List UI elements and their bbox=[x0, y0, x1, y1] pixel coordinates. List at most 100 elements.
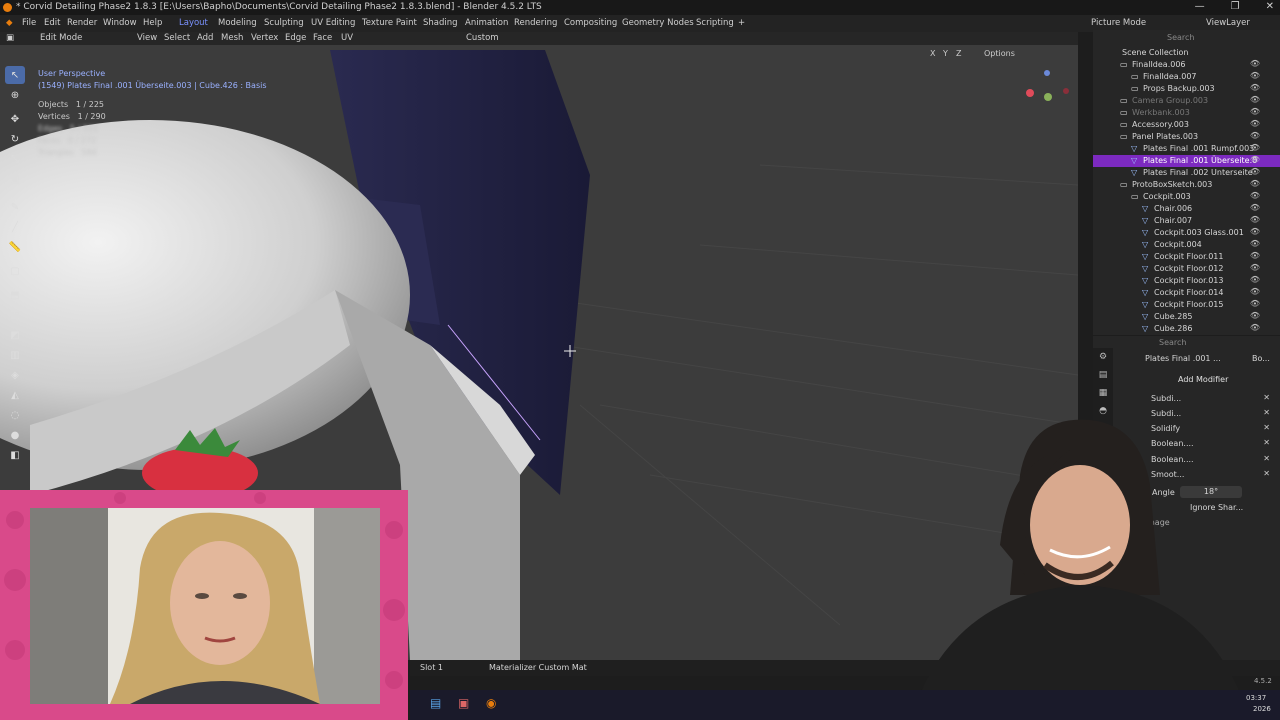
visibility-eye-icon[interactable]: 👁 bbox=[1250, 251, 1260, 260]
outliner-row[interactable]: ▽ Plates Final .001 Rumpf.003 👁 bbox=[1093, 143, 1280, 155]
visibility-eye-icon[interactable]: 👁 bbox=[1250, 143, 1260, 152]
outliner-row[interactable]: ▭ Werkbank.003 👁 bbox=[1093, 107, 1280, 119]
visibility-eye-icon[interactable]: 👁 bbox=[1250, 263, 1260, 272]
tab-uv-editing[interactable]: UV Editing bbox=[311, 18, 355, 28]
visibility-eye-icon[interactable]: 👁 bbox=[1250, 275, 1260, 284]
add-modifier-button[interactable]: Add Modifier bbox=[1178, 375, 1228, 384]
outliner-row[interactable]: ▽ Cockpit Floor.012 👁 bbox=[1093, 263, 1280, 275]
tab-layout[interactable]: Layout bbox=[179, 18, 208, 28]
menu-help[interactable]: Help bbox=[143, 18, 162, 28]
outliner-row[interactable]: ▭ Panel Plates.003 👁 bbox=[1093, 131, 1280, 143]
visibility-eye-icon[interactable]: 👁 bbox=[1250, 59, 1260, 68]
outliner-row[interactable]: ▭ Accessory.003 👁 bbox=[1093, 119, 1280, 131]
options-dropdown[interactable]: Options bbox=[984, 49, 1015, 58]
axis-y-toggle[interactable]: Y bbox=[943, 49, 948, 58]
visibility-eye-icon[interactable]: 👁 bbox=[1250, 71, 1260, 80]
outliner-row[interactable]: ▽ Cockpit.004 👁 bbox=[1093, 239, 1280, 251]
slot-selector[interactable]: Slot 1 bbox=[420, 663, 443, 672]
menu-select[interactable]: Select bbox=[164, 33, 190, 43]
visibility-eye-icon[interactable]: 👁 bbox=[1250, 107, 1260, 116]
poly-build-tool-icon[interactable]: ◭ bbox=[5, 386, 25, 404]
menu-window[interactable]: Window bbox=[103, 18, 137, 28]
menu-render[interactable]: Render bbox=[67, 18, 97, 28]
visibility-eye-icon[interactable]: 👁 bbox=[1250, 155, 1260, 164]
smooth-tool-icon[interactable]: ● bbox=[5, 426, 25, 444]
outliner-search[interactable]: Search bbox=[1167, 33, 1194, 42]
outliner-row[interactable]: ▭ ProtoBoxSketch.003 👁 bbox=[1093, 179, 1280, 191]
outliner-row[interactable]: ▽ Cube.286 👁 bbox=[1093, 323, 1280, 335]
outliner-row[interactable]: ▽ Cockpit Floor.013 👁 bbox=[1093, 275, 1280, 287]
visibility-eye-icon[interactable]: 👁 bbox=[1250, 227, 1260, 236]
editor-type-icon[interactable]: ▣ bbox=[6, 33, 14, 43]
tab-rendering[interactable]: Rendering bbox=[514, 18, 557, 28]
visibility-eye-icon[interactable]: 👁 bbox=[1250, 119, 1260, 128]
measure-tool-icon[interactable]: 📏 bbox=[5, 238, 25, 256]
render-tab-icon[interactable]: ▤ bbox=[1093, 366, 1113, 384]
visibility-eye-icon[interactable]: 👁 bbox=[1250, 311, 1260, 320]
tool-tab-icon[interactable]: ⚙ bbox=[1093, 348, 1113, 366]
outliner-row[interactable]: ▭ Cockpit.003 👁 bbox=[1093, 191, 1280, 203]
move-tool-icon[interactable]: ✥ bbox=[5, 110, 25, 128]
tab-modeling[interactable]: Modeling bbox=[218, 18, 257, 28]
inset-tool-icon[interactable]: ◫ bbox=[5, 306, 25, 324]
menu-vertex[interactable]: Vertex bbox=[251, 33, 278, 43]
menu-add[interactable]: Add bbox=[197, 33, 213, 43]
orientation-dropdown[interactable]: Custom bbox=[466, 33, 499, 43]
visibility-eye-icon[interactable]: 👁 bbox=[1250, 95, 1260, 104]
outliner-row[interactable]: ▽ Chair.006 👁 bbox=[1093, 203, 1280, 215]
menu-mesh[interactable]: Mesh bbox=[221, 33, 243, 43]
tab-texture-paint[interactable]: Texture Paint bbox=[362, 18, 417, 28]
outliner-row[interactable]: ▽ Cockpit Floor.011 👁 bbox=[1093, 251, 1280, 263]
modifier-row[interactable]: Subdi... ✕ bbox=[1120, 392, 1270, 406]
tab-geometry-nodes[interactable]: Geometry Nodes bbox=[622, 18, 694, 28]
picture-mode-label[interactable]: Picture Mode bbox=[1091, 18, 1146, 28]
add-workspace-button[interactable]: + bbox=[738, 18, 745, 28]
rotate-tool-icon[interactable]: ↻ bbox=[5, 130, 25, 148]
blender-taskbar-icon[interactable]: ◉ bbox=[486, 696, 496, 710]
visibility-eye-icon[interactable]: 👁 bbox=[1250, 215, 1260, 224]
outliner-row[interactable]: ▽ Cockpit Floor.014 👁 bbox=[1093, 287, 1280, 299]
visibility-eye-icon[interactable]: 👁 bbox=[1250, 299, 1260, 308]
loop-cut-tool-icon[interactable]: ▥ bbox=[5, 346, 25, 364]
annotate-tool-icon[interactable]: ✎ bbox=[5, 198, 25, 216]
tab-compositing[interactable]: Compositing bbox=[564, 18, 617, 28]
transform-tool-icon[interactable]: ▣ bbox=[5, 170, 25, 188]
tab-scripting[interactable]: Scripting bbox=[696, 18, 734, 28]
visibility-eye-icon[interactable]: 👁 bbox=[1250, 131, 1260, 140]
tab-sculpting[interactable]: Sculpting bbox=[264, 18, 304, 28]
spin-tool-icon[interactable]: ◌ bbox=[5, 406, 25, 424]
blender-menu-icon[interactable]: ◆ bbox=[6, 18, 13, 28]
outliner-row[interactable]: ▽ Plates Final .001 Überseite.0 👁 bbox=[1093, 155, 1280, 167]
add-cube-tool-icon[interactable]: ▢ bbox=[5, 262, 25, 280]
outliner-row[interactable]: ▭ Props Backup.003 👁 bbox=[1093, 83, 1280, 95]
menu-edge[interactable]: Edge bbox=[285, 33, 306, 43]
scene-collection-row[interactable]: Scene Collection bbox=[1093, 47, 1280, 59]
scale-tool-icon[interactable]: ⤡ bbox=[5, 150, 25, 168]
outliner-row[interactable]: ▽ Plates Final .002 Unterseite 👁 bbox=[1093, 167, 1280, 179]
outliner-row[interactable]: ▽ Cockpit.003 Glass.001 👁 bbox=[1093, 227, 1280, 239]
tab-shading[interactable]: Shading bbox=[423, 18, 458, 28]
visibility-eye-icon[interactable]: 👁 bbox=[1250, 179, 1260, 188]
outliner-row[interactable]: ▭ Camera Group.003 👁 bbox=[1093, 95, 1280, 107]
menu-view[interactable]: View bbox=[137, 33, 157, 43]
tab-animation[interactable]: Animation bbox=[465, 18, 508, 28]
visibility-eye-icon[interactable]: 👁 bbox=[1250, 191, 1260, 200]
properties-search[interactable]: Search bbox=[1159, 338, 1186, 347]
outliner-row[interactable]: ▽ Cockpit Floor.015 👁 bbox=[1093, 299, 1280, 311]
extrude-tool-icon[interactable]: ⬒ bbox=[5, 286, 25, 304]
outliner-row[interactable]: ▭ FinalIdea.007 👁 bbox=[1093, 71, 1280, 83]
visibility-eye-icon[interactable]: 👁 bbox=[1250, 83, 1260, 92]
menu-edit[interactable]: Edit bbox=[44, 18, 60, 28]
outliner-row[interactable]: ▽ Cube.285 👁 bbox=[1093, 311, 1280, 323]
axis-x-toggle[interactable]: X bbox=[930, 49, 935, 58]
mode-selector[interactable]: Edit Mode bbox=[40, 33, 82, 43]
axis-z-toggle[interactable]: Z bbox=[956, 49, 961, 58]
notepad-taskbar-icon[interactable]: ▤ bbox=[430, 696, 441, 710]
material-selector[interactable]: Materializer Custom Mat bbox=[489, 663, 587, 672]
output-tab-icon[interactable]: ▦ bbox=[1093, 384, 1113, 402]
bevel-tool-icon[interactable]: ◩ bbox=[5, 326, 25, 344]
annotate-line-tool-icon[interactable]: ╱ bbox=[5, 218, 25, 236]
menu-face[interactable]: Face bbox=[313, 33, 332, 43]
menu-file[interactable]: File bbox=[22, 18, 36, 28]
close-button[interactable]: ✕ bbox=[1266, 1, 1274, 12]
